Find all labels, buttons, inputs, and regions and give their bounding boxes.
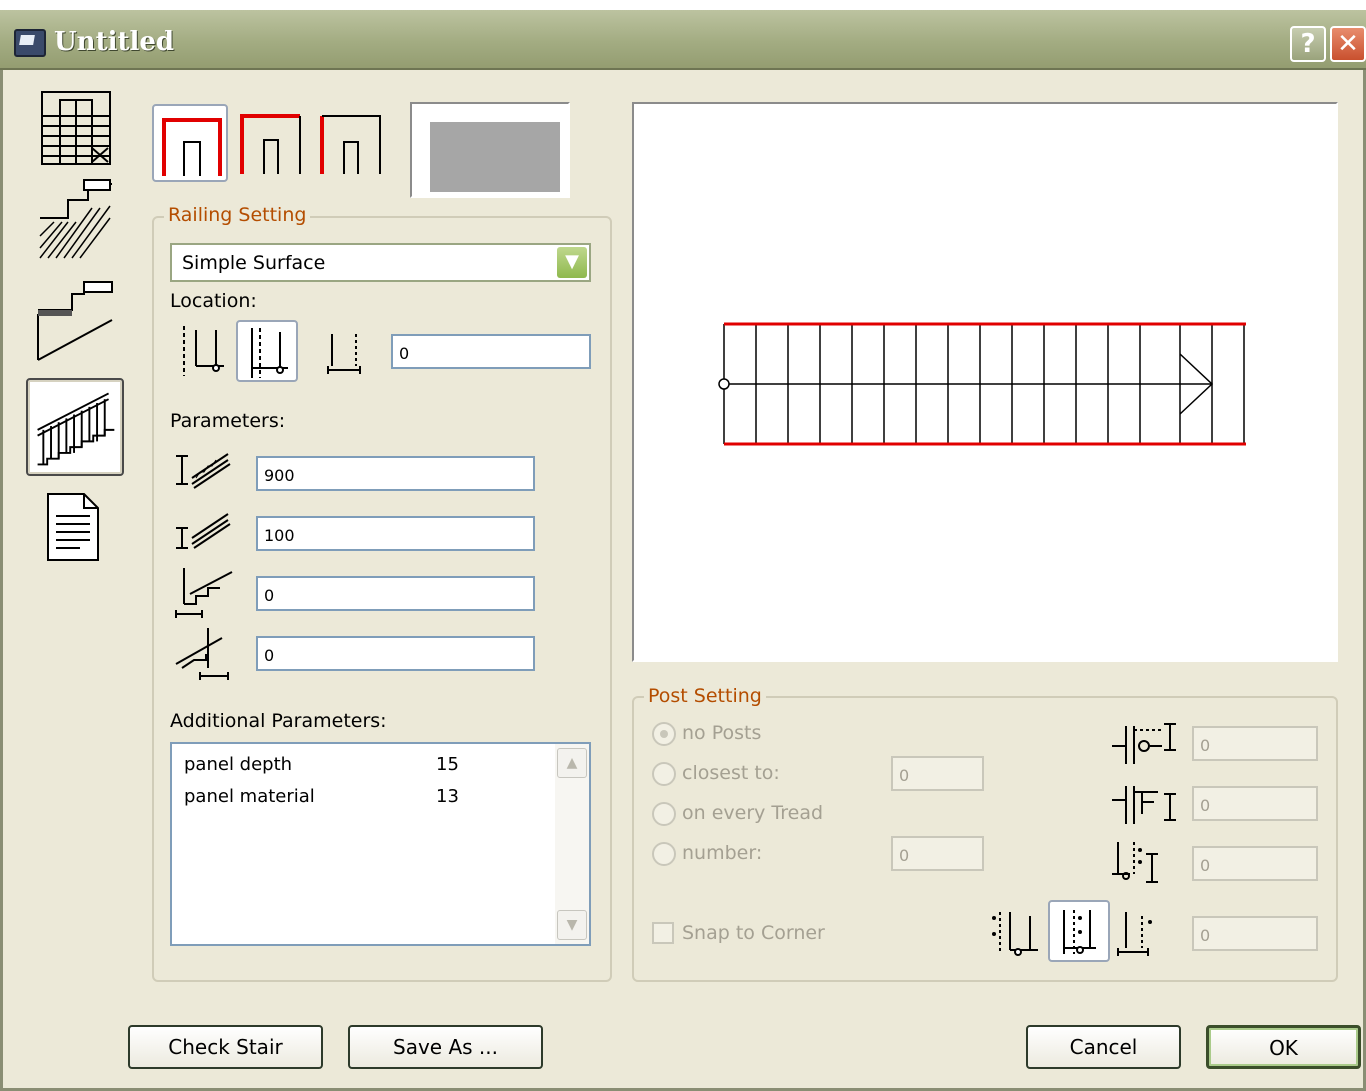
- bottom-height-icon: [172, 508, 232, 552]
- railing-type-right-button[interactable]: [314, 104, 390, 182]
- location-center-button[interactable]: [236, 320, 298, 382]
- railing-height-field[interactable]: 900: [256, 456, 535, 491]
- snap-to-corner-label: Snap to Corner: [682, 922, 825, 944]
- number-radio[interactable]: [652, 842, 676, 866]
- post-height-field[interactable]: 0: [1192, 726, 1318, 761]
- location-outer-button[interactable]: [174, 320, 236, 382]
- railing-type-both-button[interactable]: [152, 104, 228, 182]
- window-title: Untitled: [54, 27, 175, 57]
- snap-to-corner-checkbox[interactable]: [652, 922, 674, 944]
- no-posts-radio[interactable]: [652, 722, 676, 746]
- post-location-outer-button[interactable]: [986, 902, 1048, 964]
- post-location-center-button[interactable]: [1048, 900, 1110, 962]
- material-preview: [410, 102, 570, 198]
- post-offset-field[interactable]: 0: [1192, 846, 1318, 881]
- surface-select-value: Simple Surface: [182, 252, 326, 274]
- cancel-button[interactable]: Cancel: [1026, 1025, 1181, 1069]
- location-offset-field[interactable]: 0: [391, 334, 591, 369]
- post-width-field[interactable]: 0: [1192, 786, 1318, 821]
- stair-profile-icon[interactable]: [34, 280, 118, 364]
- every-tread-label: on every Tread: [682, 802, 824, 824]
- scroll-down-icon[interactable]: ▼: [557, 910, 587, 940]
- close-button[interactable]: ✕: [1330, 26, 1366, 62]
- additional-parameters-list[interactable]: panel depth 15 panel material 13 ▲ ▼: [170, 742, 591, 946]
- param-value: 13: [436, 786, 459, 807]
- bottom-height-field[interactable]: 100: [256, 516, 535, 551]
- stair-preview: [632, 102, 1338, 662]
- title-bar[interactable]: Untitled ? ✕: [0, 10, 1366, 70]
- post-location-offset-icon: [1112, 902, 1174, 964]
- parameters-label: Parameters:: [170, 410, 286, 432]
- location-offset-icon: [318, 320, 380, 382]
- post-offset-icon: [1108, 838, 1178, 886]
- railing-height-icon: [172, 448, 232, 492]
- document-icon[interactable]: [40, 490, 104, 564]
- end-offset-icon: [172, 624, 236, 682]
- app-icon: [14, 29, 46, 57]
- help-button[interactable]: ?: [1290, 26, 1326, 62]
- param-name: panel material: [184, 786, 315, 807]
- stair-plan-icon[interactable]: [34, 86, 118, 170]
- surface-select[interactable]: Simple Surface ▼: [170, 243, 591, 282]
- start-offset-icon: [172, 564, 236, 622]
- param-name: panel depth: [184, 754, 293, 775]
- number-field[interactable]: 0: [891, 836, 984, 871]
- list-item[interactable]: panel material: [184, 786, 315, 807]
- list-scrollbar[interactable]: ▲ ▼: [555, 744, 589, 944]
- closest-to-radio[interactable]: [652, 762, 676, 786]
- post-width-icon: [1108, 780, 1178, 828]
- chevron-down-icon[interactable]: ▼: [557, 247, 587, 278]
- save-as-button[interactable]: Save As ...: [348, 1025, 543, 1069]
- check-stair-button[interactable]: Check Stair: [128, 1025, 323, 1069]
- additional-parameters-label: Additional Parameters:: [170, 710, 387, 732]
- closest-to-field[interactable]: 0: [891, 756, 984, 791]
- post-setting-legend: Post Setting: [644, 685, 766, 707]
- end-offset-field[interactable]: 0: [256, 636, 535, 671]
- railing-type-left-button[interactable]: [236, 104, 312, 182]
- railing-icon[interactable]: [26, 378, 124, 476]
- scroll-up-icon[interactable]: ▲: [557, 748, 587, 778]
- param-value: 15: [436, 754, 459, 775]
- post-location-field[interactable]: 0: [1192, 916, 1318, 951]
- railing-setting-legend: Railing Setting: [164, 204, 311, 226]
- no-posts-label: no Posts: [682, 722, 762, 744]
- ok-button[interactable]: OK: [1206, 1025, 1361, 1069]
- list-item[interactable]: panel depth: [184, 754, 292, 775]
- location-label: Location:: [170, 290, 257, 312]
- stair-plan-drawing: [718, 322, 1246, 446]
- number-label: number:: [682, 842, 763, 864]
- stair-section-icon[interactable]: [34, 178, 118, 262]
- every-tread-radio[interactable]: [652, 802, 676, 826]
- start-offset-field[interactable]: 0: [256, 576, 535, 611]
- closest-to-label: closest to:: [682, 762, 780, 784]
- post-height-icon: [1108, 720, 1178, 768]
